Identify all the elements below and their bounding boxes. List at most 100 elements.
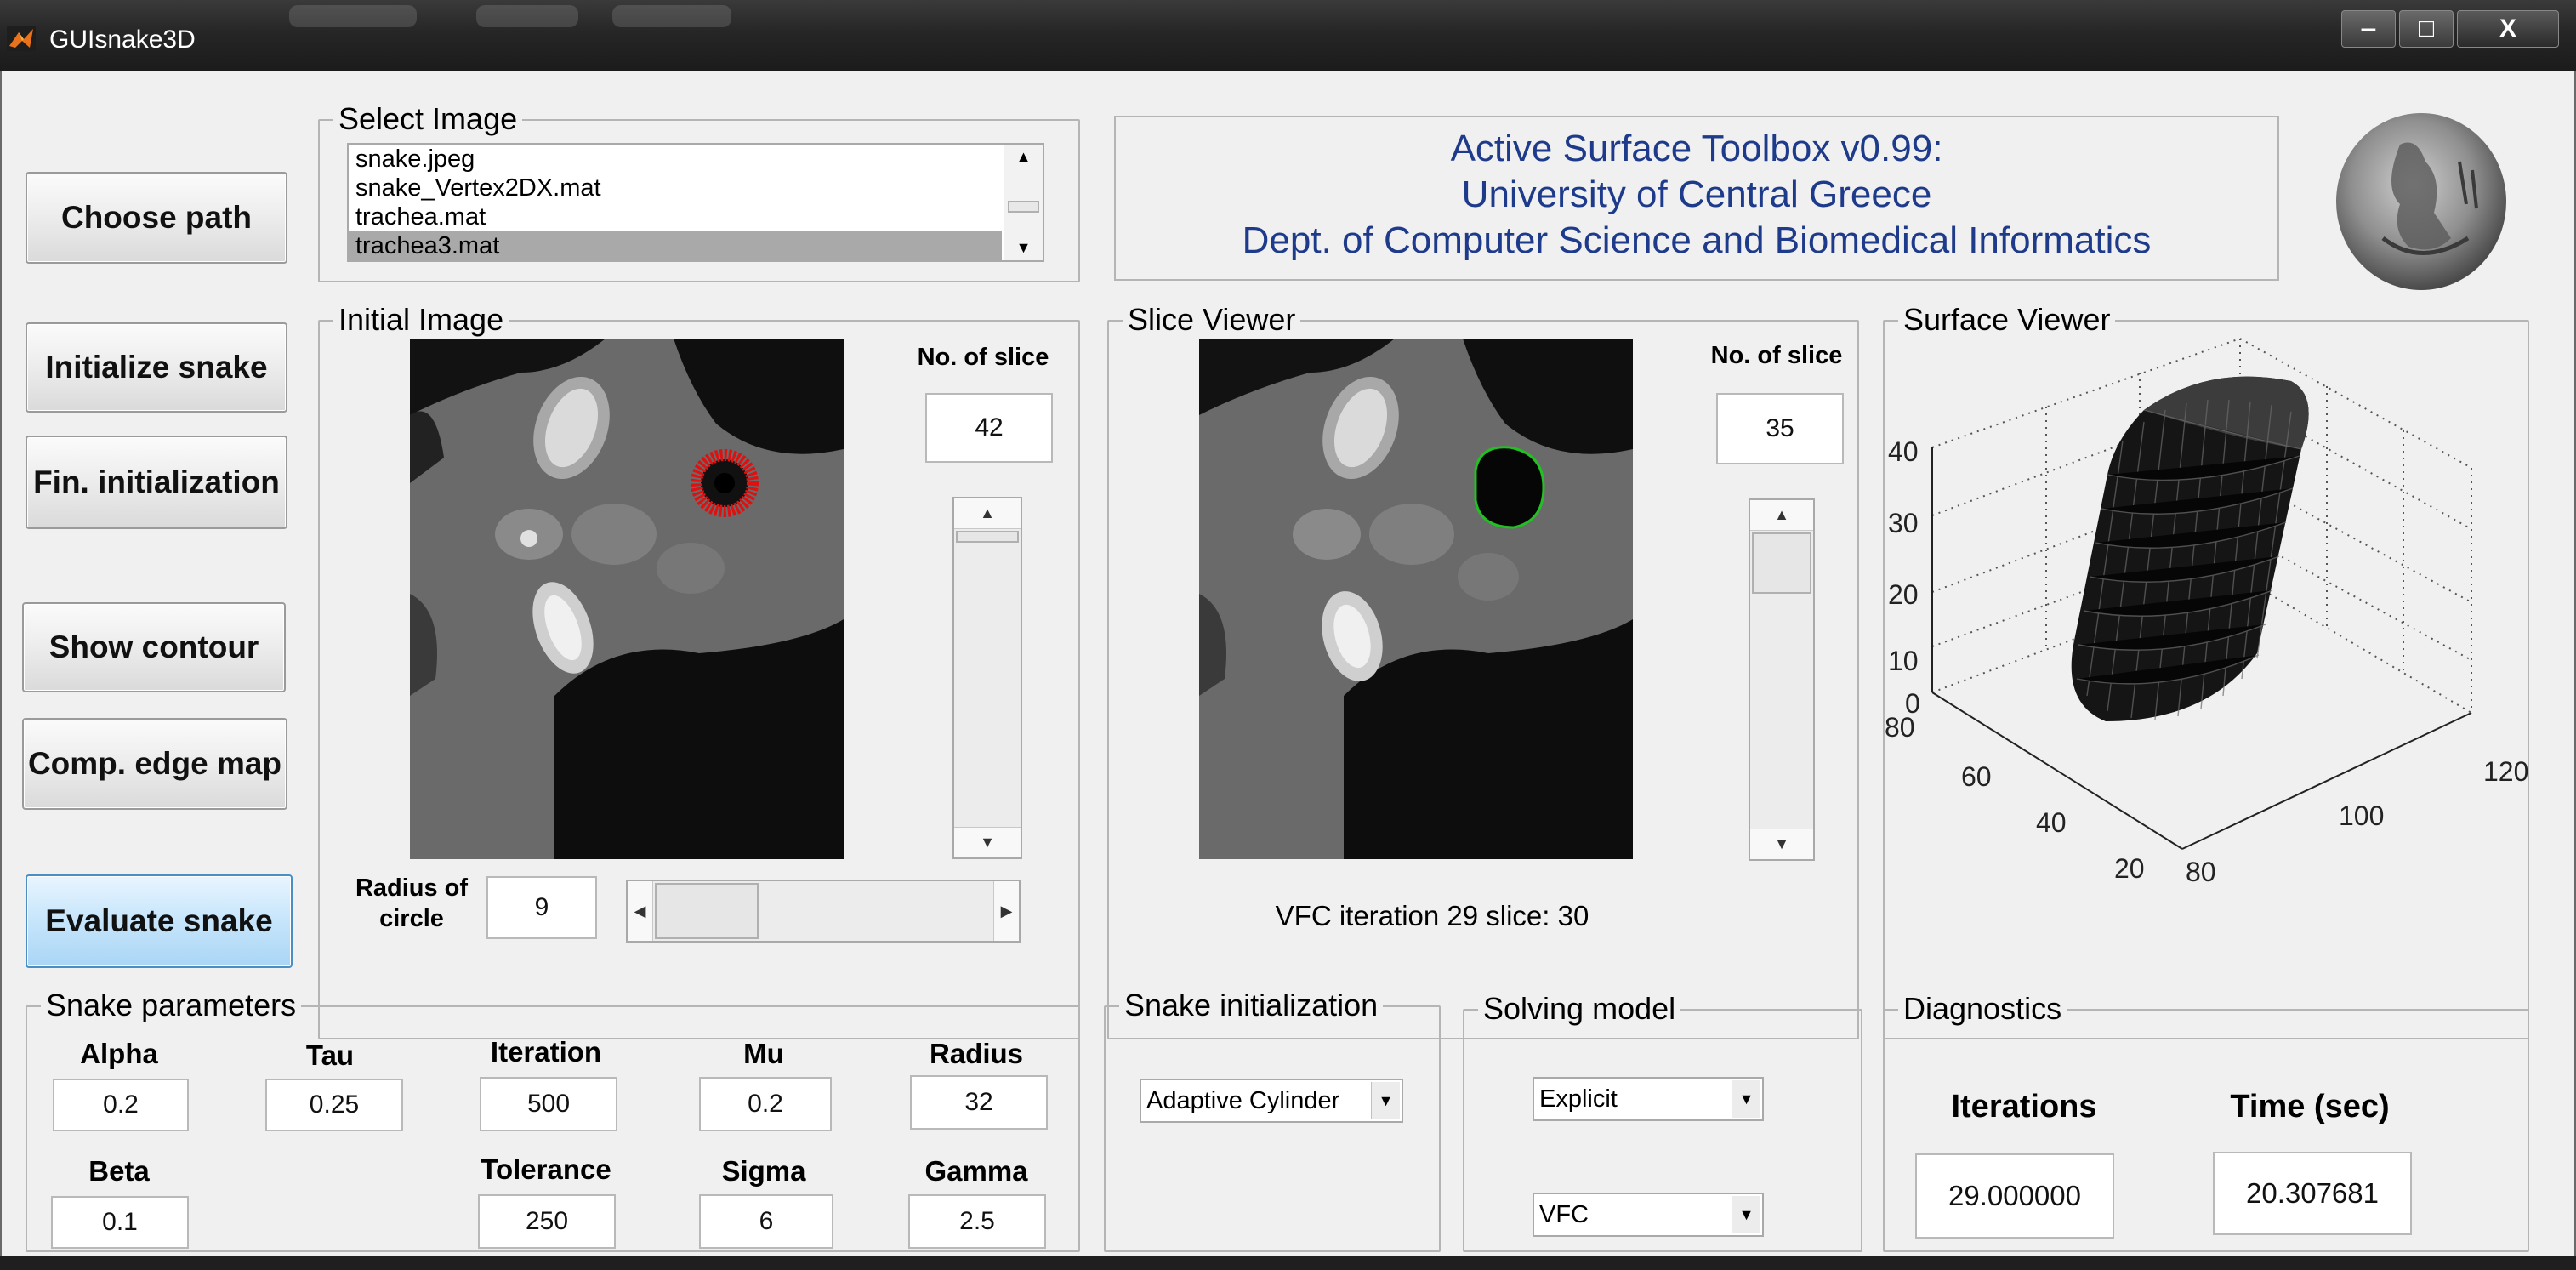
comp-edge-map-button[interactable]: Comp. edge map: [22, 718, 287, 810]
choose-path-button[interactable]: Choose path: [26, 172, 287, 264]
scroll-down-icon[interactable]: ▼: [954, 827, 1021, 857]
background-blur: [289, 5, 417, 27]
diagnostics-panel: Diagnostics Iterations 29.000000 Time (s…: [1883, 992, 2529, 1252]
maximize-button[interactable]: □: [2399, 10, 2454, 48]
fin-initialization-button[interactable]: Fin. initialization: [26, 436, 287, 529]
force-field-dropdown[interactable]: VFC ▼: [1533, 1193, 1764, 1237]
slice-viewer-legend: Slice Viewer: [1123, 303, 1301, 337]
x-tick-label: 100: [2339, 800, 2384, 831]
window-title-bar: GUIsnake3D ‒ □ X: [0, 0, 2576, 71]
image-file-list[interactable]: snake.jpeg snake_Vertex2DX.mat trachea.m…: [347, 143, 1044, 262]
alpha-input[interactable]: 0.2: [53, 1079, 189, 1131]
time-output: 20.307681: [2213, 1152, 2412, 1235]
y-tick-label: 60: [1961, 761, 1992, 792]
list-scrollbar[interactable]: ▲ ▼: [1004, 145, 1043, 260]
viewer-slice-scrollbar[interactable]: ▲ ▼: [1749, 498, 1815, 861]
sigma-label: Sigma: [721, 1155, 806, 1187]
surface-3d-plot[interactable]: 40 30 20 10 0 80 60 40 20 80 100 120: [1885, 322, 2528, 1038]
solving-model-value: Explicit: [1539, 1085, 1618, 1113]
radius-slider[interactable]: ◀ ▶: [626, 880, 1021, 943]
toolbox-header: Active Surface Toolbox v0.99: University…: [1114, 116, 2279, 281]
tau-input[interactable]: 0.25: [265, 1079, 403, 1131]
initialization-type-dropdown[interactable]: Adaptive Cylinder ▼: [1140, 1079, 1403, 1123]
radius-parameter-input[interactable]: 32: [910, 1075, 1048, 1130]
header-line-3: Dept. of Computer Science and Biomedical…: [1242, 219, 2152, 261]
iteration-input[interactable]: 500: [480, 1077, 617, 1131]
header-line-1: Active Surface Toolbox v0.99:: [1450, 128, 1943, 169]
close-button[interactable]: X: [2457, 10, 2559, 48]
iteration-label: Iteration: [490, 1036, 602, 1068]
header-line-2: University of Central Greece: [1461, 174, 1932, 215]
alpha-label: Alpha: [80, 1038, 158, 1069]
mu-input[interactable]: 0.2: [699, 1077, 832, 1131]
y-tick-label: 80: [1885, 712, 1915, 743]
list-item-selected[interactable]: trachea3.mat: [349, 231, 1002, 260]
snake-initialization-legend: Snake initialization: [1119, 988, 1384, 1022]
show-contour-button[interactable]: Show contour: [22, 602, 286, 692]
initial-slice-scrollbar[interactable]: ▲ ▼: [952, 497, 1022, 859]
scroll-up-icon[interactable]: ▲: [1750, 500, 1813, 531]
radius-label-line2: circle: [379, 905, 444, 932]
iterations-label: Iterations: [1951, 1089, 2097, 1125]
sigma-input[interactable]: 6: [699, 1194, 833, 1249]
force-field-value: VFC: [1539, 1200, 1589, 1228]
initialize-snake-button[interactable]: Initialize snake: [26, 322, 287, 413]
viewer-slice-label: No. of slice: [1710, 342, 1843, 369]
background-blur: [476, 5, 578, 27]
snake-parameters-legend: Snake parameters: [41, 988, 302, 1022]
window-title: GUIsnake3D: [49, 26, 196, 54]
chevron-down-icon[interactable]: ▼: [1371, 1082, 1400, 1119]
slice-viewer-panel: Slice Viewer No. of slice 35 ▲ ▼ VFC ite…: [1107, 303, 1859, 1039]
gamma-input[interactable]: 2.5: [908, 1194, 1046, 1249]
scroll-thumb[interactable]: [1008, 201, 1039, 213]
x-tick-label: 120: [2483, 756, 2528, 787]
mu-label: Mu: [743, 1038, 784, 1069]
scroll-thumb[interactable]: [956, 531, 1019, 543]
z-tick-label: 10: [1888, 646, 1919, 676]
initial-slice-label: No. of slice: [917, 344, 1049, 371]
scroll-down-icon[interactable]: ▼: [1004, 239, 1043, 257]
radius-label-line1: Radius of: [355, 874, 469, 902]
surface-viewer-panel: Surface Viewer 40 30 20 10 0 80 60 40 20…: [1883, 303, 2529, 1039]
y-tick-label: 20: [2114, 853, 2145, 884]
evaluate-snake-button[interactable]: Evaluate snake: [26, 874, 293, 968]
x-tick-label: 80: [2186, 857, 2216, 887]
z-tick-label: 20: [1888, 579, 1919, 610]
initial-image-canvas[interactable]: [410, 339, 844, 859]
list-item[interactable]: trachea.mat: [349, 202, 1043, 231]
window-controls: ‒ □ X: [2341, 10, 2559, 48]
chevron-down-icon[interactable]: ▼: [1732, 1080, 1760, 1118]
snake-parameters-panel: Snake parameters Alpha 0.2 Tau 0.25 Iter…: [26, 988, 1080, 1252]
diagnostics-legend: Diagnostics: [1898, 992, 2067, 1026]
slider-thumb[interactable]: [655, 883, 759, 939]
y-tick-label: 40: [2036, 807, 2067, 838]
scroll-thumb[interactable]: [1752, 532, 1811, 594]
chevron-down-icon[interactable]: ▼: [1732, 1196, 1760, 1233]
minimize-button[interactable]: ‒: [2341, 10, 2396, 48]
radius-input[interactable]: 9: [486, 876, 597, 939]
scroll-up-icon[interactable]: ▲: [1004, 148, 1043, 166]
tolerance-label: Tolerance: [481, 1153, 611, 1185]
list-item[interactable]: snake_Vertex2DX.mat: [349, 174, 1043, 202]
time-label: Time (sec): [2230, 1089, 2390, 1125]
scroll-up-icon[interactable]: ▲: [954, 498, 1021, 529]
matlab-logo-icon: [7, 26, 36, 51]
gamma-label: Gamma: [924, 1155, 1028, 1187]
figure-window: Choose path Initialize snake Fin. initia…: [0, 71, 2576, 1256]
scroll-left-icon[interactable]: ◀: [628, 881, 653, 941]
tau-label: Tau: [305, 1039, 355, 1071]
snake-initialization-panel: Snake initialization Adaptive Cylinder ▼: [1104, 988, 1441, 1252]
beta-input[interactable]: 0.1: [51, 1196, 189, 1249]
radius-label: Radius: [929, 1038, 1024, 1069]
slice-viewer-canvas[interactable]: [1199, 339, 1633, 859]
tolerance-input[interactable]: 250: [478, 1194, 616, 1249]
viewer-slice-input[interactable]: 35: [1716, 393, 1844, 464]
select-image-panel: Select Image snake.jpeg snake_Vertex2DX.…: [318, 102, 1080, 282]
scroll-down-icon[interactable]: ▼: [1750, 829, 1813, 859]
solving-model-dropdown[interactable]: Explicit ▼: [1533, 1077, 1764, 1121]
scroll-right-icon[interactable]: ▶: [993, 881, 1019, 941]
z-tick-label: 30: [1888, 508, 1919, 538]
window-bottom-border: [0, 1256, 2576, 1270]
list-item[interactable]: snake.jpeg: [349, 145, 1043, 174]
initial-slice-input[interactable]: 42: [925, 393, 1053, 463]
